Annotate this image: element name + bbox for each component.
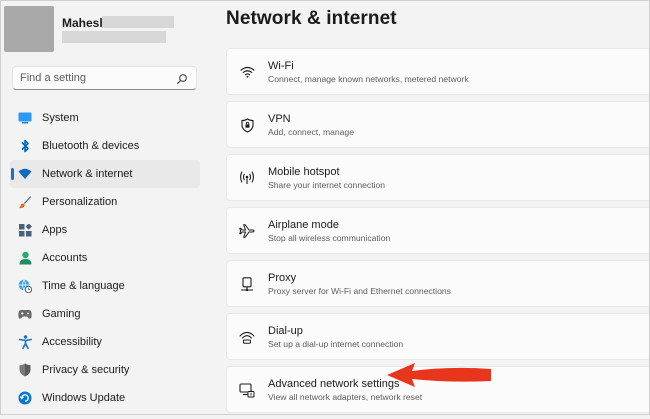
redacted-name-block <box>102 16 174 28</box>
page-title: Network & internet <box>226 8 397 29</box>
setting-description: Add, connect, manage <box>268 127 354 137</box>
apps-icon <box>18 223 32 237</box>
person-icon <box>18 251 32 265</box>
setting-description: Set up a dial-up internet connection <box>268 339 404 349</box>
setting-title: Airplane mode <box>268 219 339 231</box>
update-icon <box>18 391 32 405</box>
brush-icon <box>18 195 32 209</box>
setting-card-wifi[interactable]: Wi-Fi Connect, manage known networks, me… <box>226 48 650 95</box>
search-input[interactable] <box>13 67 180 89</box>
setting-title: Mobile hotspot <box>268 166 340 178</box>
setting-title: Proxy <box>268 272 297 284</box>
setting-card-dial-up[interactable]: Dial-up Set up a dial-up internet connec… <box>226 313 650 360</box>
search-icon[interactable] <box>176 72 188 90</box>
sidebar-item-label: Personalization <box>42 196 118 208</box>
annotation-arrow-shape <box>387 363 491 387</box>
setting-card-mobile-hotspot[interactable]: Mobile hotspot Share your internet conne… <box>226 154 650 201</box>
sidebar-nav: System Bluetooth & devices Network & int… <box>10 104 200 412</box>
sidebar-item-label: Accessibility <box>42 336 102 348</box>
sidebar-item-gaming[interactable]: Gaming <box>10 300 200 328</box>
hotspot-icon <box>239 170 255 186</box>
sidebar-item-apps[interactable]: Apps <box>10 216 200 244</box>
sidebar: Mahesh System Bluetooth & devices Networ… <box>0 0 210 415</box>
sidebar-item-privacy-security[interactable]: Privacy & security <box>10 356 200 384</box>
airplane-icon <box>239 223 255 239</box>
user-name: Mahesh <box>62 16 107 30</box>
globe-clock-icon <box>18 279 32 293</box>
setting-description: View all network adapters, network reset <box>268 392 423 402</box>
system-icon <box>18 111 32 125</box>
sidebar-item-label: Time & language <box>42 280 125 292</box>
proxy-icon <box>239 276 255 292</box>
advanced-network-icon <box>239 382 255 398</box>
sidebar-item-label: Privacy & security <box>42 364 130 376</box>
setting-card-proxy[interactable]: Proxy Proxy server for Wi-Fi and Etherne… <box>226 260 650 307</box>
setting-title: Advanced network settings <box>268 378 400 390</box>
bluetooth-icon <box>18 139 32 153</box>
search-box[interactable] <box>12 66 197 90</box>
avatar[interactable] <box>4 6 54 52</box>
wifi-icon <box>18 167 32 181</box>
sidebar-item-label: Network & internet <box>42 168 133 180</box>
wifi-icon <box>239 64 255 80</box>
setting-card-airplane-mode[interactable]: Airplane mode Stop all wireless communic… <box>226 207 650 254</box>
sidebar-item-windows-update[interactable]: Windows Update <box>10 384 200 412</box>
sidebar-item-bluetooth[interactable]: Bluetooth & devices <box>10 132 200 160</box>
sidebar-item-label: Windows Update <box>42 392 126 404</box>
accessibility-icon <box>18 335 32 349</box>
sidebar-item-label: Accounts <box>42 252 88 264</box>
setting-description: Share your internet connection <box>268 180 386 190</box>
sidebar-item-personalization[interactable]: Personalization <box>10 188 200 216</box>
sidebar-item-label: Gaming <box>42 308 81 320</box>
dialup-icon <box>239 329 255 345</box>
sidebar-item-accessibility[interactable]: Accessibility <box>10 328 200 356</box>
sidebar-item-accounts[interactable]: Accounts <box>10 244 200 272</box>
setting-title: Wi-Fi <box>268 60 294 72</box>
sidebar-item-label: Bluetooth & devices <box>42 140 140 152</box>
shield-icon <box>18 363 32 377</box>
setting-title: VPN <box>268 113 291 125</box>
sidebar-item-label: Apps <box>42 224 68 236</box>
setting-description: Proxy server for Wi-Fi and Ethernet conn… <box>268 286 451 296</box>
setting-title: Dial-up <box>268 325 303 337</box>
sidebar-item-network[interactable]: Network & internet <box>10 160 200 188</box>
gamepad-icon <box>18 307 32 321</box>
vpn-shield-icon <box>239 117 255 133</box>
setting-description: Stop all wireless communication <box>268 233 391 243</box>
setting-description: Connect, manage known networks, metered … <box>268 74 469 84</box>
annotation-arrow-icon <box>387 363 491 387</box>
setting-card-vpn[interactable]: VPN Add, connect, manage <box>226 101 650 148</box>
sidebar-item-label: System <box>42 112 79 124</box>
sidebar-item-system[interactable]: System <box>10 104 200 132</box>
redacted-email-block <box>62 31 166 43</box>
sidebar-item-time-language[interactable]: Time & language <box>10 272 200 300</box>
